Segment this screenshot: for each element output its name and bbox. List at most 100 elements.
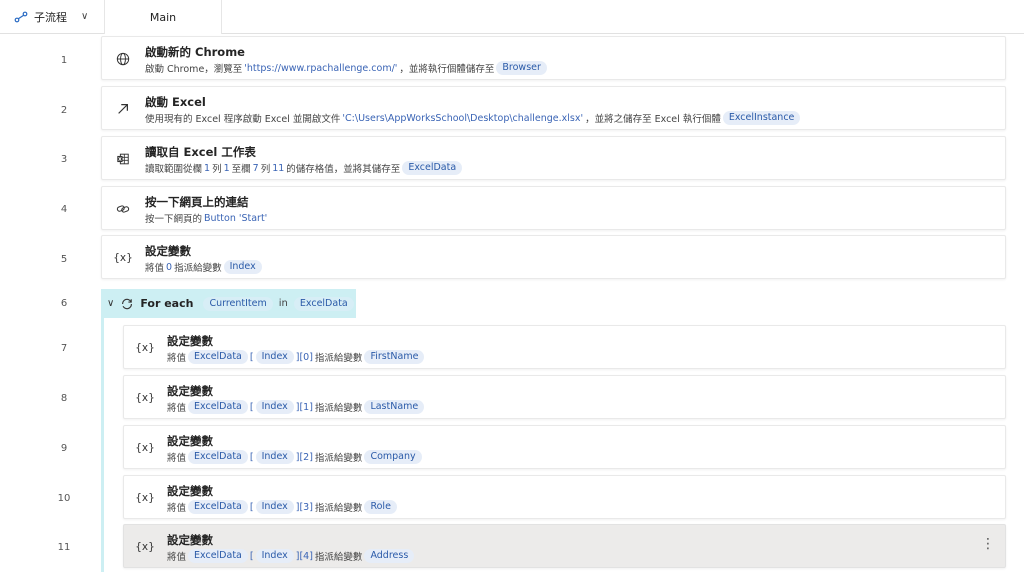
variable-token[interactable]: ExcelData xyxy=(293,296,354,311)
bracket: [ xyxy=(249,501,254,513)
variable-token[interactable]: ExcelData xyxy=(188,500,248,514)
desc-text: 將值 xyxy=(145,263,165,274)
action-description: 使用現有的 Excel 程序啟動 Excel 並開啟文件 'C:\Users\A… xyxy=(145,111,801,125)
top-bar: 子流程 ∨ Main xyxy=(0,0,1024,35)
variable-token[interactable]: ExcelData xyxy=(402,161,463,175)
action-title: 啟動新的 Chrome xyxy=(145,45,245,59)
desc-text: 將值 xyxy=(167,503,187,514)
action-title: 設定變數 xyxy=(167,334,213,348)
desc-text: 將值 xyxy=(167,453,187,464)
variable-token[interactable]: ExcelData xyxy=(188,450,248,464)
start-column-value: 1 xyxy=(204,162,211,174)
action-set-variable[interactable]: {x} 設定變數 將值 ExcelData [ Index][2] 指派給變數 … xyxy=(123,425,1006,469)
action-description: 讀取範圍從欄 1 列 1 至欄 7 列 11 的儲存格值，並將其儲存至 Exce… xyxy=(145,161,463,175)
more-options-icon[interactable]: ⋮ xyxy=(981,537,995,551)
desc-text: ，並將之儲存至 Excel 執行個體 xyxy=(585,114,721,125)
subflows-dropdown[interactable]: 子流程 ∨ xyxy=(0,0,104,33)
variable-token[interactable]: Index xyxy=(255,500,294,514)
variable-token[interactable]: ExcelData xyxy=(188,400,248,414)
end-column-value: 7 xyxy=(252,162,259,174)
desc-text: 列 xyxy=(212,164,222,175)
variable-token[interactable]: Index xyxy=(255,549,294,563)
subflow-label: 子流程 xyxy=(34,10,67,24)
action-description: 將值 ExcelData [ Index][4] 指派給變數 Address xyxy=(167,549,415,563)
collapse-chevron-icon[interactable]: ∨ xyxy=(107,298,114,309)
variable-token[interactable]: FirstName xyxy=(364,350,425,364)
action-set-variable[interactable]: {x} 設定變數 將值 0 指派給變數 Index xyxy=(101,235,1006,279)
index-literal: ][0] xyxy=(295,351,313,363)
action-title: 設定變數 xyxy=(167,434,213,448)
desc-text: 啟動 Chrome，瀏覽至 xyxy=(145,64,243,75)
link-icon xyxy=(114,200,132,218)
action-title: 啟動 Excel xyxy=(145,95,206,109)
line-number: 2 xyxy=(60,105,68,116)
subflow-icon xyxy=(14,11,28,22)
globe-icon xyxy=(114,50,132,68)
variable-icon: {x} xyxy=(135,442,155,454)
desc-text: 讀取範圍從欄 xyxy=(145,164,203,175)
end-row-value: 11 xyxy=(272,162,285,174)
variable-token[interactable]: Address xyxy=(364,549,415,563)
variable-token[interactable]: ExcelData xyxy=(188,350,248,364)
bracket: [ xyxy=(249,451,254,463)
action-click-link[interactable]: 按一下網頁上的連結 按一下網頁的 Button 'Start' xyxy=(101,186,1006,230)
action-description: 將值 0 指派給變數 Index xyxy=(145,260,262,274)
action-set-variable[interactable]: {x} 設定變數 將值 ExcelData [ Index][1] 指派給變數 … xyxy=(123,375,1006,419)
desc-text: 指派給變數 xyxy=(174,263,222,274)
action-read-excel[interactable]: 讀取自 Excel 工作表 讀取範圍從欄 1 列 1 至欄 7 列 11 的儲存… xyxy=(101,136,1006,180)
bracket: [ xyxy=(249,351,254,363)
action-title: 讀取自 Excel 工作表 xyxy=(145,145,256,159)
desc-text: 指派給變數 xyxy=(314,403,363,414)
desc-text: 使用現有的 Excel 程序啟動 Excel 並開啟文件 xyxy=(145,114,341,125)
line-number: 11 xyxy=(57,542,71,553)
action-launch-chrome[interactable]: 啟動新的 Chrome 啟動 Chrome，瀏覽至 'https://www.r… xyxy=(101,36,1006,80)
variable-token[interactable]: ExcelData xyxy=(188,549,248,563)
variable-token[interactable]: CurrentItem xyxy=(203,296,273,311)
variable-token[interactable]: Index xyxy=(255,450,294,464)
loop-icon xyxy=(122,298,133,309)
variable-token[interactable]: ExcelInstance xyxy=(722,111,801,125)
variable-icon: {x} xyxy=(135,342,155,354)
action-set-variable-selected[interactable]: {x} 設定變數 將值 ExcelData [ Index][4] 指派給變數 … xyxy=(123,524,1006,568)
for-each-block-header[interactable]: ∨ For each CurrentItem in ExcelData xyxy=(101,289,356,318)
action-description: 將值 ExcelData [ Index][0] 指派給變數 FirstName xyxy=(167,350,425,364)
variable-token[interactable]: Company xyxy=(364,450,422,464)
desc-text: 列 xyxy=(260,164,271,175)
action-set-variable[interactable]: {x} 設定變數 將值 ExcelData [ Index][3] 指派給變數 … xyxy=(123,475,1006,519)
line-number: 10 xyxy=(57,493,71,504)
desc-text: 將值 xyxy=(167,353,187,364)
line-number: 4 xyxy=(60,204,68,215)
action-launch-excel[interactable]: 啟動 Excel 使用現有的 Excel 程序啟動 Excel 並開啟文件 'C… xyxy=(101,86,1006,130)
in-label: in xyxy=(278,298,288,309)
arrow-up-right-icon xyxy=(114,100,132,118)
action-title: 設定變數 xyxy=(167,533,213,547)
excel-read-icon xyxy=(114,150,132,168)
variable-token[interactable]: LastName xyxy=(364,400,425,414)
variable-token[interactable]: Index xyxy=(255,400,294,414)
action-description: 啟動 Chrome，瀏覽至 'https://www.rpachallenge.… xyxy=(145,61,547,75)
desc-text: 指派給變數 xyxy=(314,453,363,464)
action-title: 設定變數 xyxy=(145,244,191,258)
action-title: 設定變數 xyxy=(167,384,213,398)
desc-text: 將值 xyxy=(167,552,187,563)
variable-token[interactable]: Browser xyxy=(496,61,547,75)
desc-text: ，並將執行個體儲存至 xyxy=(399,64,495,75)
desc-text: 將值 xyxy=(167,403,187,414)
action-description: 將值 ExcelData [ Index][1] 指派給變數 LastName xyxy=(167,400,425,414)
variable-token[interactable]: Index xyxy=(223,260,262,274)
variable-token[interactable]: Index xyxy=(255,350,294,364)
line-number: 8 xyxy=(60,393,68,404)
for-each-title: For each xyxy=(140,297,194,310)
variable-icon: {x} xyxy=(113,252,133,264)
desc-text: 按一下網頁的 xyxy=(145,214,203,225)
tab-main[interactable]: Main xyxy=(104,0,222,35)
action-description: 將值 ExcelData [ Index][3] 指派給變數 Role xyxy=(167,500,397,514)
variable-token[interactable]: Role xyxy=(364,500,397,514)
value-literal: 0 xyxy=(166,261,173,273)
action-description: 將值 ExcelData [ Index][2] 指派給變數 Company xyxy=(167,450,422,464)
line-number: 3 xyxy=(60,154,68,165)
desc-text: 至欄 xyxy=(231,164,251,175)
variable-icon: {x} xyxy=(135,392,155,404)
action-set-variable[interactable]: {x} 設定變數 將值 ExcelData [ Index][0] 指派給變數 … xyxy=(123,325,1006,369)
bracket: [ xyxy=(249,550,254,562)
